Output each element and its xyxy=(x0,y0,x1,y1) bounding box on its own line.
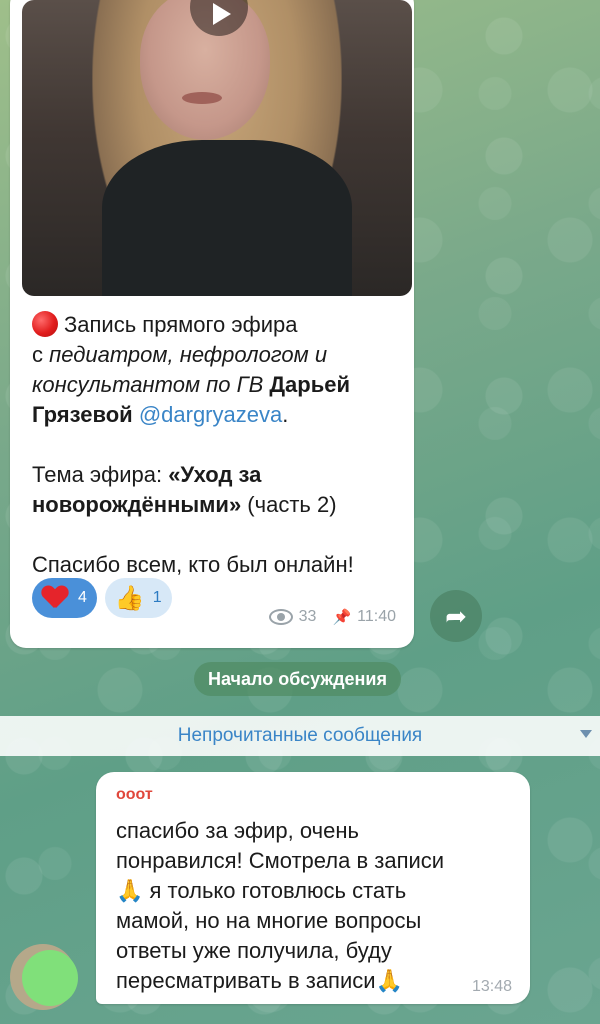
post-line: с педиатром, нефрологом и xyxy=(32,340,414,370)
post-line-2-italic: педиатром, нефрологом и xyxy=(49,342,328,367)
video-frame-lips xyxy=(182,92,222,104)
reactions-bar: 4 👍 1 xyxy=(32,578,172,618)
post-line-4-bold: Грязевой xyxy=(32,402,139,427)
topic-title-2: новорождёнными» xyxy=(32,492,242,517)
view-count: 33 xyxy=(298,608,317,625)
post-line-1: Запись прямого эфира xyxy=(64,312,298,337)
topic-part: (часть 2) xyxy=(241,492,337,517)
comment-line-text: я только готовлюсь стать xyxy=(143,878,407,903)
share-arrow-icon: ➦ xyxy=(445,600,467,631)
forward-button[interactable]: ➦ xyxy=(430,590,482,642)
comment-line-text: пересматривать в записи xyxy=(116,968,376,993)
reaction-count: 4 xyxy=(78,589,87,606)
post-line-3-italic: консультантом по ГВ xyxy=(32,372,270,397)
comment-line: 🙏 я только готовлюсь стать xyxy=(116,876,516,906)
post-line-3-bold: Дарьей xyxy=(269,372,350,397)
comment-message[interactable]: ооот спасибо за эфир, очень понравился! … xyxy=(96,772,530,1004)
post-time: 11:40 xyxy=(357,608,396,625)
comment-text: спасибо за эфир, очень понравился! Смотр… xyxy=(116,816,516,996)
eye-icon xyxy=(268,609,293,625)
comment-time: 13:48 xyxy=(471,978,512,995)
play-icon xyxy=(212,3,231,25)
video-preview[interactable] xyxy=(22,0,412,296)
post-line: Тема эфира: «Уход за xyxy=(32,460,414,490)
post-line-4-end: . xyxy=(282,402,289,427)
post-line: консультантом по ГВ Дарьей xyxy=(32,370,414,400)
chevron-down-icon[interactable] xyxy=(580,730,592,738)
thumbs-up-icon: 👍 xyxy=(114,584,145,612)
comment-line: мамой, но на многие вопросы xyxy=(116,908,422,933)
pin-icon: 📌 xyxy=(332,609,352,626)
comment-line: пересматривать в записи🙏 xyxy=(116,966,516,996)
video-frame-shirt xyxy=(102,140,352,296)
channel-post[interactable]: Запись прямого эфира с педиатром, нефрол… xyxy=(10,0,414,648)
avatar[interactable] xyxy=(22,950,78,1006)
discussion-start-label: Начало обсуждения xyxy=(194,662,401,696)
topic-label: Тема эфира: xyxy=(32,462,169,487)
post-line: Спасибо всем, кто был онлайн! xyxy=(32,550,414,580)
unread-label: Непрочитанные сообщения xyxy=(177,725,423,746)
topic-title-1: «Уход за xyxy=(168,462,262,487)
thanks-line: Спасибо всем, кто был онлайн! xyxy=(32,552,354,577)
mention-link[interactable]: @dargryazeva xyxy=(139,402,282,427)
comment-author[interactable]: ооот xyxy=(116,786,153,804)
pray-icon: 🙏 xyxy=(375,968,403,993)
post-line: Грязевой @dargryazeva. xyxy=(32,400,414,430)
comment-line: спасибо за эфир, очень xyxy=(116,818,359,843)
unread-messages-divider: Непрочитанные сообщения xyxy=(0,716,600,756)
post-text: Запись прямого эфира с педиатром, нефрол… xyxy=(32,310,414,580)
post-line: Запись прямого эфира xyxy=(32,310,414,340)
post-meta: 33 📌 11:40 xyxy=(268,608,396,626)
comment-line: ответы уже получила, буду xyxy=(116,938,392,963)
reaction-thumbs-up[interactable]: 👍 1 xyxy=(104,578,172,618)
post-line: новорождёнными» (часть 2) xyxy=(32,490,414,520)
post-line-2-plain: с xyxy=(32,342,50,367)
pray-icon: 🙏 xyxy=(116,878,144,903)
comment-line: понравился! Смотрела в записи xyxy=(116,848,445,873)
reaction-count: 1 xyxy=(152,589,162,606)
heart-icon xyxy=(42,586,68,610)
red-circle-icon xyxy=(32,311,58,337)
reaction-heart[interactable]: 4 xyxy=(32,578,97,618)
